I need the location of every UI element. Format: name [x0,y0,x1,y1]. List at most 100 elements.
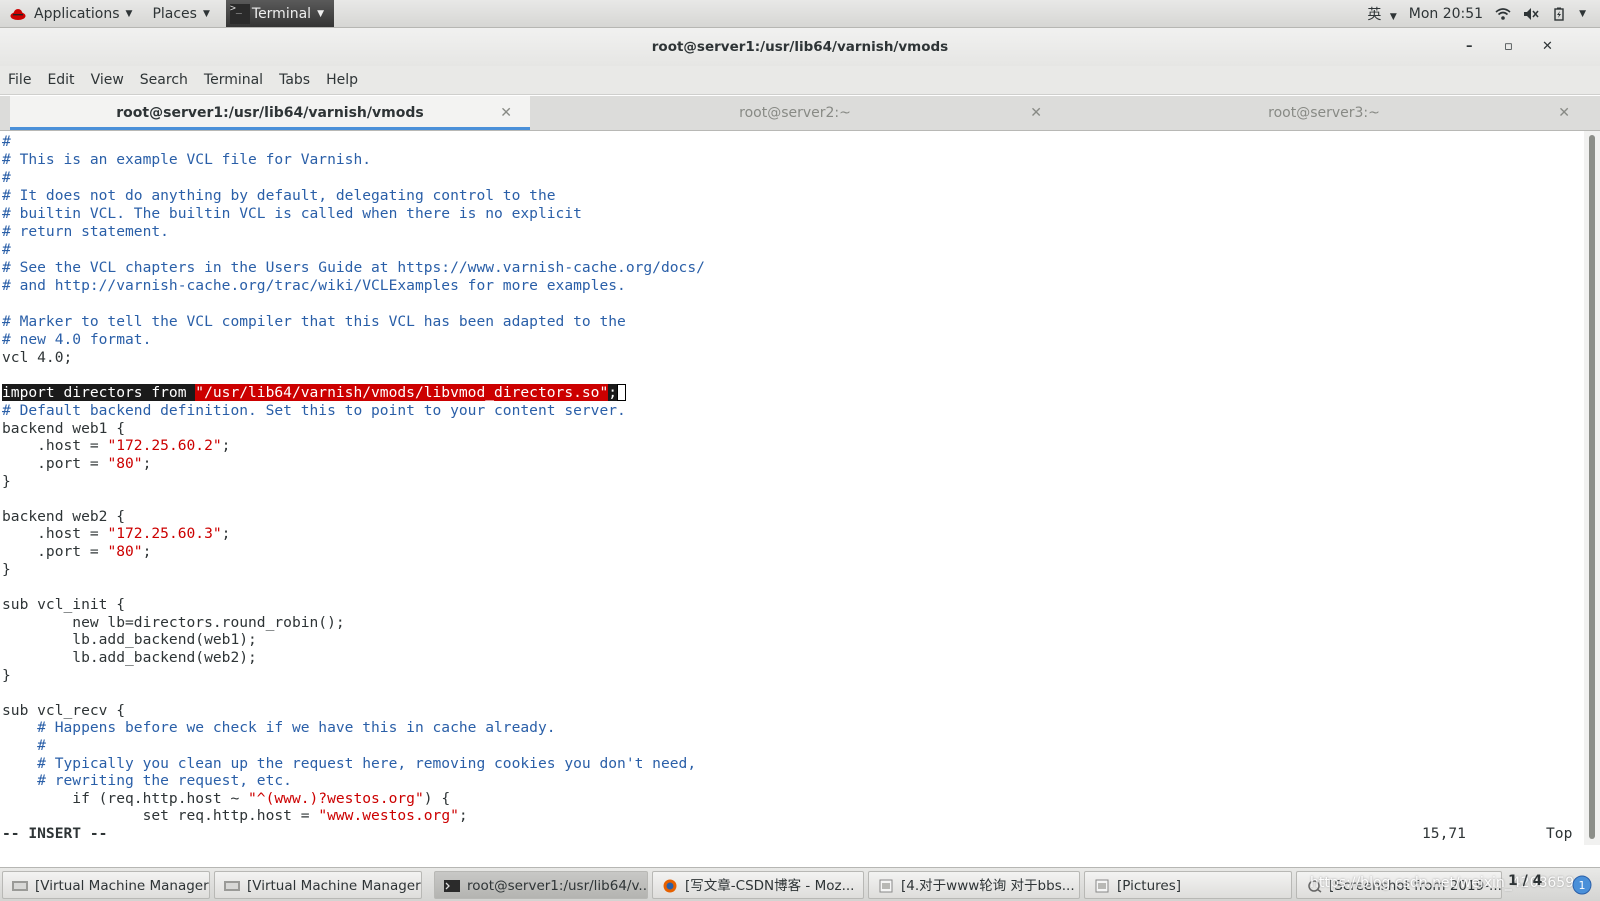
menu-search[interactable]: Search [132,72,196,88]
code-line: } [2,473,11,490]
text-cursor [617,384,627,401]
code-line: } [2,667,11,684]
tab-server3[interactable]: root@server3:~ ✕ [1060,96,1588,130]
maximize-button[interactable]: ▫ [1504,28,1513,66]
code-line: # [2,241,11,258]
menu-view[interactable]: View [83,72,132,88]
redhat-logo-icon [10,8,26,20]
taskbar-item-vmm-1[interactable]: [Virtual Machine Manager] [2,871,210,899]
image-viewer-icon [879,879,893,893]
tab-server1[interactable]: root@server1:/usr/lib64/varnish/vmods ✕ [10,96,530,130]
close-icon[interactable]: ✕ [500,96,512,130]
code-token: .host = [2,525,108,542]
menu-terminal[interactable]: Terminal [196,72,271,88]
code-token: ; [221,525,231,542]
code-token: ; [221,437,231,454]
input-method-label: 英 [1367,6,1382,23]
taskbar-item-firefox[interactable]: [写文章-CSDN博客 - Moz... [652,871,864,899]
gnome-top-bar: Applications ▼ Places ▼ >_ Terminal ▼ 英 … [0,0,1600,28]
chevron-down-icon: ▼ [1389,11,1397,22]
code-token: .port = [2,455,108,472]
folder-icon [1095,879,1109,893]
code-token: set req.http.host = [2,807,319,824]
menu-tabs[interactable]: Tabs [271,72,318,88]
code-line: } [2,561,11,578]
code-token: .host = [2,437,108,454]
code-line: # and http://varnish-cache.org/trac/wiki… [2,277,626,294]
tab-server2[interactable]: root@server2:~ ✕ [530,96,1060,130]
scrollbar-thumb[interactable] [1589,135,1595,839]
virt-manager-icon [12,881,28,891]
wifi-icon[interactable] [1495,7,1511,21]
places-menu[interactable]: Places ▼ [142,0,219,27]
battery-icon[interactable] [1551,7,1567,21]
tab-bar: root@server1:/usr/lib64/varnish/vmods ✕ … [0,96,1600,131]
code-token: ; [142,543,152,560]
code-line: # Happens before we check if we have thi… [2,719,556,736]
menu-help[interactable]: Help [318,72,366,88]
code-line: new lb=directors.round_robin(); [2,614,345,631]
system-tray: 英 ▼ Mon 20:51 ▼ [1367,4,1600,24]
terminal-icon [444,880,460,892]
code-line: # [2,133,11,150]
code-token: ; [142,455,152,472]
close-icon[interactable]: ✕ [1558,96,1570,130]
code-line: # Marker to tell the VCL compiler that t… [2,313,626,330]
code-line: sub vcl_init { [2,596,126,613]
code-line: vcl 4.0; [2,349,73,366]
chevron-down-icon: ▼ [125,8,133,19]
import-semicolon: ; [608,384,618,401]
window-list-taskbar: [Virtual Machine Manager] [Virtual Machi… [0,867,1600,901]
code-line: # This is an example VCL file for Varnis… [2,151,372,168]
code-token: if (req.http.host ~ [2,790,249,807]
code-token: .port = [2,543,108,560]
applications-menu[interactable]: Applications ▼ [0,0,142,27]
firefox-icon [663,879,677,893]
taskbar-item-terminal[interactable]: root@server1:/usr/lib64/v... [434,871,648,899]
menu-edit[interactable]: Edit [39,72,82,88]
code-line: # new 4.0 format. [2,331,152,348]
code-line: sub vcl_recv { [2,702,126,719]
virt-manager-icon [224,881,240,891]
window-titlebar: root@server1:/usr/lib64/varnish/vmods – … [0,28,1600,66]
minimize-button[interactable]: – [1466,28,1473,66]
taskbar-item-label: [写文章-CSDN博客 - Moz... [685,878,855,894]
code-token: ) { [423,790,451,807]
terminal-app-label: Terminal [251,5,312,22]
code-line: .port = "80"; [2,455,151,473]
string-literal: "www.westos.org" [318,807,459,824]
close-icon[interactable]: ✕ [1030,96,1042,130]
chevron-down-icon: ▼ [202,8,210,19]
close-button[interactable]: ✕ [1542,28,1553,66]
clock[interactable]: Mon 20:51 [1409,6,1483,22]
code-line: # [2,737,46,754]
workspace-pager[interactable]: 1 / 4 [1508,873,1542,889]
code-line: set req.http.host = "www.westos.org"; [2,807,468,825]
menu-file[interactable]: File [0,72,39,88]
code-line: # rewriting the request, etc. [2,772,292,789]
code-line: lb.add_backend(web1); [2,631,257,648]
string-literal: "^(www.)?westos.org" [248,790,424,807]
terminal-icon: >_ [229,3,250,24]
tab-label: root@server3:~ [1268,105,1380,121]
taskbar-item-label: [4.对于www轮询 对于bbs... [901,878,1075,894]
notification-icon[interactable]: 1 [1572,875,1592,895]
code-line: # Default backend definition. Set this t… [2,402,626,419]
taskbar-item-pictures[interactable]: [Pictures] [1084,871,1292,899]
input-method-indicator[interactable]: 英 ▼ [1367,4,1396,24]
taskbar-item-label: root@server1:/usr/lib64/v... [467,878,648,894]
import-line: import directors from "/usr/lib64/varnis… [2,384,627,402]
tab-label: root@server2:~ [739,105,851,121]
taskbar-item-image-viewer[interactable]: [4.对于www轮询 对于bbs... [868,871,1080,899]
terminal-app-menu[interactable]: >_ Terminal ▼ [225,0,334,27]
terminal-view[interactable]: # # This is an example VCL file for Varn… [0,131,1584,845]
vim-status-line: -- INSERT -- 15,71 Top [2,825,1572,843]
code-token: ; [458,807,468,824]
applications-label: Applications [34,5,120,22]
taskbar-item-vmm-2[interactable]: [Virtual Machine Manager] [214,871,422,899]
volume-muted-icon[interactable] [1523,7,1539,21]
string-literal: "172.25.60.3" [107,525,222,542]
terminal-scrollbar[interactable] [1584,131,1600,845]
svg-text:1: 1 [1579,879,1586,892]
chevron-down-icon[interactable]: ▼ [1579,9,1586,19]
